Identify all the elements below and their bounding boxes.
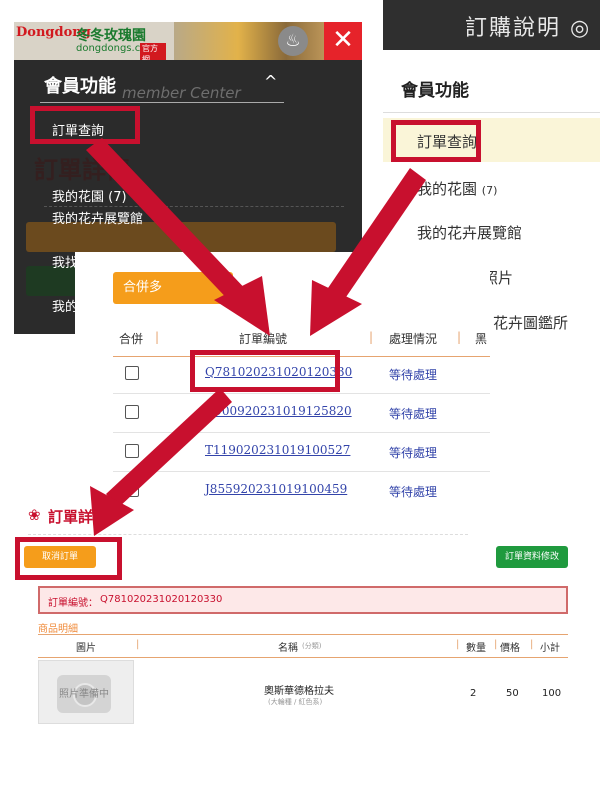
product-category: (大輪種 / 紅色系) [268,698,323,706]
menu-title-underline [40,102,284,103]
sidebar-title: 會員功能 [401,81,469,101]
product-quantity: 2 [470,688,477,699]
background-page-title: 訂單詳情 [34,156,130,184]
order-detail-title: 訂單詳情 [48,508,109,526]
order-status: 等待處理 [389,485,438,499]
modify-order-button[interactable]: 訂單資料修改 [496,546,568,568]
column-separator: | [136,639,140,650]
merge-checkbox[interactable] [125,366,139,380]
mobile-menu-item-my-garden[interactable]: 我的花園 (7) [52,186,127,205]
product-table-header: 圖片 | 名稱 (分類) | 數量 | 價格 | 小計 [38,634,568,658]
column-separator: | [530,639,534,650]
order-number-value: Q781020231020120330 [100,594,223,605]
menu-subtitle: member Center [122,84,241,102]
table-row: T119020231019100527 等待處理 [113,432,490,472]
product-subtotal: 100 [542,688,562,699]
detail-divider [28,534,468,535]
merge-checkbox[interactable] [125,444,139,458]
product-section-label: 商品明細 [38,624,78,635]
column-header-merge: 合併 [119,332,144,346]
column-header-image: 圖片 [76,643,96,654]
column-header-qty: 數量 [466,643,486,654]
table-row: J855920231019100459 等待處理 [113,471,490,500]
highlight-box-cancel-order [15,537,122,580]
column-header-name: 名稱 [278,643,298,654]
merge-checkbox[interactable] [125,483,139,497]
site-logo[interactable]: Dongdong 冬冬玫瑰園 dongdongs.com 官方網 [16,25,166,60]
photo-placeholder-text: 照片準備中 [59,689,109,700]
background-divider [44,206,344,207]
order-number-label: 訂單編號： [48,598,98,609]
header-flower-banner [174,22,334,60]
desktop-top-bar: 訂購說明 ◎ [383,0,600,50]
logo-tag: 官方網 [140,43,166,60]
close-icon[interactable]: ✕ [324,22,362,60]
order-status: 等待處理 [389,368,438,382]
column-header-subtotal: 小計 [540,643,560,654]
chevron-up-icon[interactable]: ^ [264,72,277,91]
order-number-link[interactable]: J855920231019100459 [205,482,347,496]
column-separator: | [457,330,462,344]
highlight-box-order-number [190,350,340,392]
table-row: C900920231019125820 等待處理 [113,393,490,433]
column-header-extra: 黑 [475,332,488,346]
order-list-screenshot: 合併多 合併 | 訂單編號 | 處理情況 | 黑 Q78102023102012… [75,252,490,500]
merge-checkbox[interactable] [125,405,139,419]
order-number-link[interactable]: C900920231019125820 [205,404,352,418]
sidebar-divider [383,112,600,113]
order-number-link[interactable]: T119020231019100527 [205,443,350,457]
sidebar-item-flower-gallery[interactable]: 我的花卉展覽館 [417,222,522,243]
column-separator: | [494,639,498,650]
sidebar-item-flower-guide[interactable]: 花卉圖鑑所 [493,312,568,333]
mobile-header: Dongdong 冬冬玫瑰園 dongdongs.com 官方網 ♨ ✕ [14,22,362,60]
highlight-box-sidebar-order-query [391,120,481,162]
bell-icon[interactable]: ♨ [278,26,308,56]
logo-name: 冬冬玫瑰園 [76,28,146,44]
column-header-category: (分類) [302,642,322,650]
column-header-status: 處理情況 [389,332,438,346]
sidebar-item-my-garden[interactable]: 我的花園 (7) [417,178,497,199]
column-separator: | [155,330,160,344]
sidebar-item-label: 我的花園 [417,180,478,198]
column-separator: | [456,639,460,650]
order-number-banner: 訂單編號： Q781020231020120330 [38,586,568,614]
merge-orders-button[interactable]: 合併多 [113,272,233,304]
column-header-price: 價格 [500,643,520,654]
desktop-top-title: 訂購說明 ◎ [465,16,592,41]
order-status: 等待處理 [389,407,438,421]
mobile-menu-item-flower-gallery[interactable]: 我的花卉展覽館 [52,208,143,227]
product-price: 50 [506,688,519,699]
highlight-box-mobile-order-query [30,106,140,144]
product-name: 奧斯華德格拉夫 [264,686,334,697]
column-header-order-no: 訂單編號 [239,332,288,346]
order-status: 等待處理 [389,446,438,460]
rose-icon: ❀ [28,506,41,524]
product-photo-placeholder: 照片準備中 [38,660,134,724]
sidebar-item-count: (7) [481,184,498,197]
menu-title: 會員功能 [44,76,116,97]
column-separator: | [369,330,374,344]
